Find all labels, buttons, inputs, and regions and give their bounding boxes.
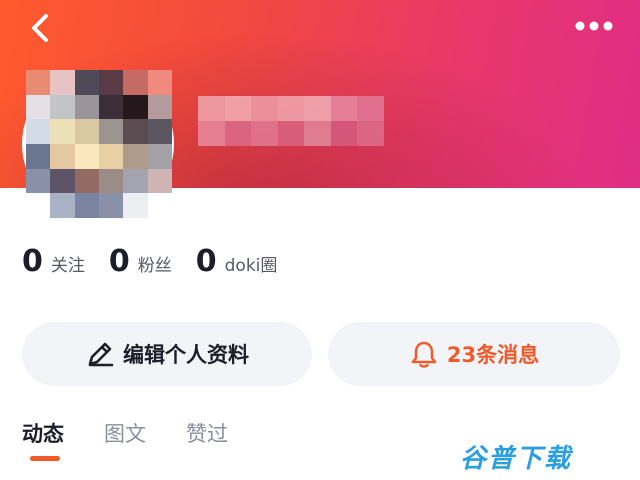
stat-doki[interactable]: 0 doki圈: [196, 244, 278, 279]
stat-value: 0: [108, 244, 130, 279]
more-button[interactable]: [568, 8, 620, 44]
profile-stats: 0 关注 0 粉丝 0 doki圈: [22, 244, 301, 284]
username-pixelated: [198, 96, 384, 146]
watermark: 谷普下载: [460, 444, 573, 474]
edit-profile-button[interactable]: 编辑个人资料: [22, 322, 312, 386]
pencil-icon: [88, 342, 114, 367]
more-horizontal-icon: [575, 21, 613, 31]
stat-followers[interactable]: 0 粉丝: [109, 244, 172, 279]
stat-value: 0: [22, 244, 43, 279]
active-tab-indicator: [30, 456, 60, 461]
messages-button[interactable]: 23条消息: [328, 322, 620, 386]
avatar-pixelated: [26, 70, 172, 218]
bell-icon: [411, 341, 437, 368]
tab-liked[interactable]: 赞过: [186, 418, 228, 462]
content-tabs: 动态 图文 赞过: [22, 418, 268, 462]
stat-label: 关注: [50, 256, 85, 276]
stat-label: 粉丝: [137, 256, 172, 276]
back-button[interactable]: [22, 8, 62, 48]
chevron-left-icon: [32, 14, 48, 42]
stat-following[interactable]: 0 关注: [22, 244, 85, 279]
tab-graphic[interactable]: 图文: [104, 418, 146, 462]
stat-value: 0: [195, 244, 217, 279]
edit-profile-label: 编辑个人资料: [123, 343, 249, 367]
messages-label: 23条消息: [446, 343, 540, 367]
stat-label: doki圈: [224, 256, 278, 276]
